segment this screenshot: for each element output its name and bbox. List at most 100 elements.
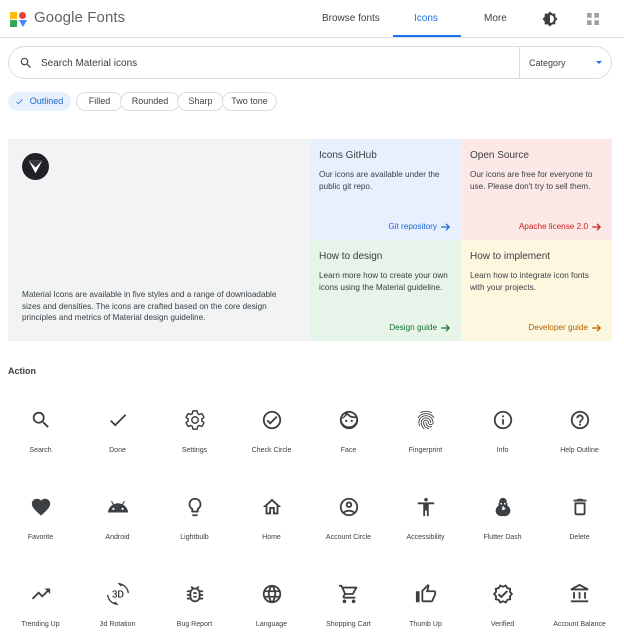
chip-two-tone[interactable]: Two tone — [222, 92, 277, 111]
fingerprint-icon — [415, 409, 437, 431]
chip-label: Outlined — [29, 96, 64, 106]
icon-tile-shopping-cart[interactable]: Shopping Cart — [310, 583, 387, 643]
card-description: Learn more how to create your own icons … — [319, 271, 448, 292]
card-title: Open Source — [470, 150, 529, 161]
search-bar: Category — [8, 46, 612, 79]
card-description: Learn how to integrate icon fonts with y… — [470, 271, 589, 292]
nav-more[interactable]: More — [484, 13, 507, 24]
bug-report-icon — [184, 583, 206, 605]
section-title-action: Action — [8, 366, 36, 376]
lightbulb-icon — [184, 496, 206, 518]
icon-tile-android[interactable]: Android — [79, 496, 156, 566]
accessibility-icon — [415, 496, 437, 518]
icon-tile-info[interactable]: Info — [464, 409, 541, 479]
chevron-down-icon[interactable] — [596, 61, 602, 64]
card-description: Our icons are available under the public… — [319, 170, 440, 191]
icon-tile-3d-rotation[interactable]: 3d Rotation — [79, 583, 156, 643]
icon-label: Bug Report — [176, 621, 213, 628]
chip-sharp[interactable]: Sharp — [177, 92, 224, 111]
icon-label: Settings — [181, 447, 208, 454]
icon-tile-settings[interactable]: Settings — [156, 409, 233, 479]
nav-icons[interactable]: Icons — [414, 13, 438, 24]
chip-rounded[interactable]: Rounded — [120, 92, 180, 111]
link-label: Git repository — [388, 222, 437, 231]
check-icon — [16, 99, 23, 105]
arrow-forward-icon — [592, 222, 602, 231]
design-guide-link[interactable]: Design guide — [389, 323, 451, 332]
icon-label: Info — [496, 447, 509, 454]
3d-rotation-icon — [107, 583, 129, 605]
card-description: Our icons are free for everyone to use. … — [470, 170, 593, 191]
help-outline-icon — [569, 409, 591, 431]
icon-tile-face[interactable]: Face — [310, 409, 387, 479]
icon-tile-lightbulb[interactable]: Lightbulb — [156, 496, 233, 566]
icon-label: Done — [109, 447, 126, 454]
icon-tile-trending-up[interactable]: Trending Up — [2, 583, 79, 643]
search-icon[interactable] — [19, 56, 33, 70]
icon-label: 3d Rotation — [99, 621, 136, 628]
theme-toggle-icon[interactable] — [542, 11, 558, 27]
arrow-forward-icon — [592, 323, 602, 332]
icon-tile-favorite[interactable]: Favorite — [2, 496, 79, 566]
apps-grid-icon[interactable] — [585, 11, 601, 27]
verified-icon — [492, 583, 514, 605]
icon-tile-bug-report[interactable]: Bug Report — [156, 583, 233, 643]
icon-tile-help-outline[interactable]: Help Outline — [541, 409, 618, 479]
chip-label: Sharp — [188, 96, 213, 106]
settings-icon — [184, 409, 206, 431]
category-select[interactable]: Category — [529, 58, 566, 68]
link-label: Developer guide — [528, 323, 588, 332]
shopping-cart-icon — [338, 583, 360, 605]
icon-label: Home — [262, 534, 281, 541]
search-input[interactable] — [41, 52, 511, 74]
info-icon — [492, 409, 514, 431]
icon-tile-verified[interactable]: Verified — [464, 583, 541, 643]
icon-tile-search[interactable]: Search — [2, 409, 79, 479]
chip-label: Filled — [88, 96, 111, 106]
icon-tile-language[interactable]: Language — [233, 583, 310, 643]
icon-tile-thumb-up[interactable]: Thumb Up — [387, 583, 464, 643]
trending-up-icon — [30, 583, 52, 605]
apache-license-link[interactable]: Apache license 2.0 — [519, 222, 602, 231]
card-title: Icons GitHub — [319, 150, 377, 161]
card-open-source: Open Source Our icons are free for every… — [461, 139, 612, 240]
chip-outlined[interactable]: Outlined — [8, 92, 71, 111]
chip-label: Rounded — [131, 96, 169, 106]
nav-browse-fonts[interactable]: Browse fonts — [322, 13, 380, 24]
icon-label: Thumb Up — [409, 621, 442, 628]
arrow-forward-icon — [441, 323, 451, 332]
icon-tile-done[interactable]: Done — [79, 409, 156, 479]
icon-tile-home[interactable]: Home — [233, 496, 310, 566]
google-fonts-logo-icon[interactable] — [10, 10, 28, 28]
icon-label: Accessibility — [406, 534, 445, 541]
icon-label: Favorite — [27, 534, 54, 541]
chip-label: Two tone — [231, 96, 268, 106]
card-title: How to design — [319, 251, 383, 262]
search-divider — [519, 47, 520, 78]
icon-tile-account-balance[interactable]: Account Balance — [541, 583, 618, 643]
icon-tile-check-circle[interactable]: Check Circle — [233, 409, 310, 479]
card-title: How to implement — [470, 251, 551, 262]
icon-tile-accessibility[interactable]: Accessibility — [387, 496, 464, 566]
icon-label: Face — [340, 447, 357, 454]
link-label: Design guide — [389, 323, 437, 332]
git-repository-link[interactable]: Git repository — [388, 222, 451, 231]
card-how-to-implement: How to implement Learn how to integrate … — [461, 240, 612, 341]
icon-label: Trending Up — [21, 621, 60, 628]
done-icon — [107, 409, 129, 431]
chip-filled[interactable]: Filled — [76, 92, 123, 111]
account-balance-icon — [569, 583, 591, 605]
icon-label: Verified — [490, 621, 515, 628]
icon-label: Account Balance — [553, 621, 606, 628]
icon-tile-flutter-dash[interactable]: Flutter Dash — [464, 496, 541, 566]
icon-tile-fingerprint[interactable]: Fingerprint — [387, 409, 464, 479]
material-icons-intro: Material Icons are available in five sty… — [8, 139, 310, 341]
developer-guide-link[interactable]: Developer guide — [528, 323, 602, 332]
favorite-icon — [30, 496, 52, 518]
icon-tile-delete[interactable]: Delete — [541, 496, 618, 566]
icon-tile-account-circle[interactable]: Account Circle — [310, 496, 387, 566]
icon-label: Delete — [569, 534, 590, 541]
brand-name[interactable]: Google Fonts — [34, 9, 125, 26]
delete-icon — [569, 496, 591, 518]
check-circle-icon — [261, 409, 283, 431]
